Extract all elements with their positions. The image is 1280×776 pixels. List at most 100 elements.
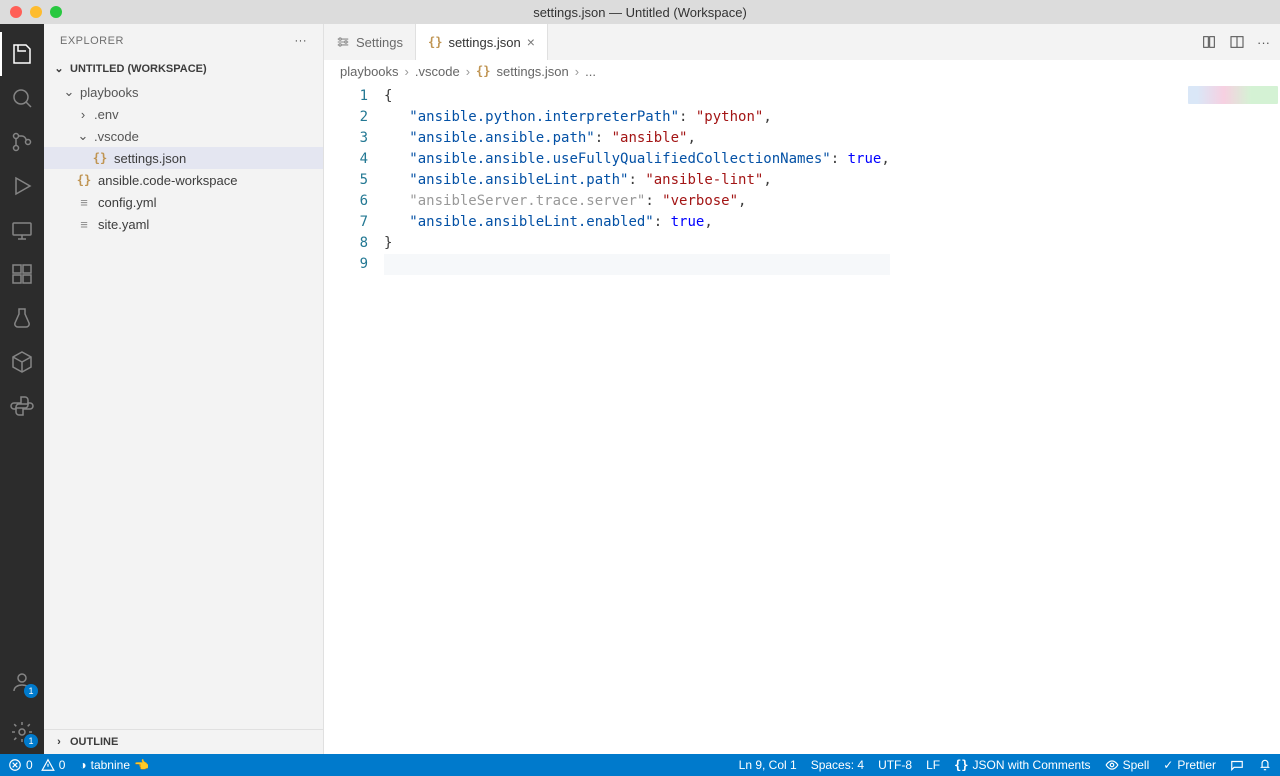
scm-activity-icon[interactable] [0, 120, 44, 164]
activity-bar: 1 1 [0, 24, 44, 754]
split-editor-icon[interactable] [1229, 34, 1245, 50]
chevron-right-icon: › [76, 107, 90, 122]
brace: { [384, 88, 392, 104]
debug-activity-icon[interactable] [0, 164, 44, 208]
encoding-label: UTF-8 [878, 758, 912, 772]
status-spell[interactable]: Spell [1105, 758, 1150, 772]
json-file-icon: {} [92, 150, 108, 166]
crumb-file[interactable]: settings.json [497, 64, 569, 79]
close-window-icon[interactable] [10, 6, 22, 18]
line-number: 7 [324, 212, 368, 233]
explorer-activity-icon[interactable] [0, 32, 44, 76]
status-errors[interactable]: 0 0 [8, 758, 65, 772]
outline-label: OUTLINE [70, 736, 118, 748]
chevron-right-icon: › [405, 64, 409, 79]
status-spaces[interactable]: Spaces: 4 [811, 758, 864, 772]
status-bar: 0 0 ◑ tabnine 👈 Ln 9, Col 1 Spaces: 4 UT… [0, 754, 1280, 776]
cube-activity-icon[interactable] [0, 340, 44, 384]
tree-folder-vscode[interactable]: ⌄ .vscode [44, 125, 323, 147]
breadcrumb[interactable]: playbooks › .vscode › {} settings.json ›… [324, 60, 1280, 82]
folder-label: .vscode [94, 129, 139, 144]
titlebar: settings.json — Untitled (Workspace) [0, 0, 1280, 24]
minimap-content [1188, 86, 1278, 104]
status-language[interactable]: {} JSON with Comments [954, 758, 1090, 772]
eol-label: LF [926, 758, 940, 772]
sidebar-header: EXPLORER ··· [44, 24, 323, 58]
file-label: ansible.code-workspace [98, 173, 237, 188]
line-number: 6 [324, 191, 368, 212]
status-prettier[interactable]: ✓ Prettier [1163, 758, 1216, 772]
open-changes-icon[interactable] [1201, 34, 1217, 50]
outline-section[interactable]: › OUTLINE [44, 729, 323, 754]
line-number: 5 [324, 170, 368, 191]
brace: } [384, 235, 392, 251]
code-lines[interactable]: { "ansible.python.interpreterPath": "pyt… [384, 82, 890, 754]
settings-badge: 1 [24, 734, 38, 748]
more-actions-icon[interactable]: ··· [1257, 35, 1270, 50]
file-label: settings.json [114, 151, 186, 166]
prettier-label: Prettier [1177, 758, 1216, 772]
yaml-file-icon: ≡ [76, 216, 92, 232]
crumb-playbooks[interactable]: playbooks [340, 64, 399, 79]
json-value: true [848, 151, 882, 167]
workspace-section[interactable]: ⌄ UNTITLED (WORKSPACE) [44, 58, 323, 79]
test-activity-icon[interactable] [0, 296, 44, 340]
workspace-label: UNTITLED (WORKSPACE) [70, 63, 207, 75]
json-key: "ansible.python.interpreterPath" [409, 109, 679, 125]
crumb-vscode[interactable]: .vscode [415, 64, 460, 79]
settings-tab-icon [336, 35, 350, 49]
code-editor[interactable]: 1 2 3 4 5 6 7 8 9 { "ansible.python.inte… [324, 82, 1280, 754]
search-activity-icon[interactable] [0, 76, 44, 120]
close-tab-icon[interactable]: × [527, 34, 535, 50]
sidebar-title: EXPLORER [60, 35, 124, 47]
status-encoding[interactable]: UTF-8 [878, 758, 912, 772]
json-value: "ansible" [612, 130, 688, 146]
eye-icon [1105, 758, 1119, 772]
tabnine-label: tabnine [91, 758, 130, 772]
tree-file-site[interactable]: ≡ site.yaml [44, 213, 323, 235]
yaml-file-icon: ≡ [76, 194, 92, 210]
remote-activity-icon[interactable] [0, 208, 44, 252]
minimize-window-icon[interactable] [30, 6, 42, 18]
tab-settings-json[interactable]: {} settings.json × [416, 24, 548, 60]
crumb-rest[interactable]: ... [585, 64, 596, 79]
sidebar-more-icon[interactable]: ··· [295, 35, 308, 47]
status-feedback-icon[interactable] [1230, 758, 1244, 772]
status-eol[interactable]: LF [926, 758, 940, 772]
editor-area: Settings {} settings.json × ··· playbook… [324, 24, 1280, 754]
fullscreen-window-icon[interactable] [50, 6, 62, 18]
hand-icon: 👈 [134, 758, 149, 772]
tabnine-icon: ◑ [79, 758, 86, 772]
extensions-activity-icon[interactable] [0, 252, 44, 296]
tree-file-config[interactable]: ≡ config.yml [44, 191, 323, 213]
spell-label: Spell [1123, 758, 1150, 772]
status-bell-icon[interactable] [1258, 758, 1272, 772]
spaces-label: Spaces: 4 [811, 758, 864, 772]
line-gutter: 1 2 3 4 5 6 7 8 9 [324, 82, 384, 754]
chevron-right-icon: › [466, 64, 470, 79]
folder-label: playbooks [80, 85, 139, 100]
chevron-right-icon: › [52, 736, 66, 748]
tab-settings[interactable]: Settings [324, 24, 416, 60]
tree-file-workspace[interactable]: {} ansible.code-workspace [44, 169, 323, 191]
json-file-icon: {} [476, 64, 490, 78]
accounts-activity-icon[interactable]: 1 [0, 660, 44, 704]
settings-activity-icon[interactable]: 1 [0, 710, 44, 754]
python-activity-icon[interactable] [0, 384, 44, 428]
status-tabnine[interactable]: ◑ tabnine 👈 [79, 758, 149, 772]
tab-label: Settings [356, 35, 403, 50]
tree-folder-playbooks[interactable]: ⌄ playbooks [44, 81, 323, 103]
chevron-down-icon: ⌄ [52, 62, 66, 75]
json-key: "ansible.ansible.path" [409, 130, 594, 146]
tree-folder-env[interactable]: › .env [44, 103, 323, 125]
minimap[interactable] [1184, 82, 1280, 754]
json-file-icon: {} [954, 758, 968, 772]
chevron-down-icon: ⌄ [62, 84, 76, 100]
status-ln-col[interactable]: Ln 9, Col 1 [739, 758, 797, 772]
chevron-right-icon: › [575, 64, 579, 79]
line-number: 9 [324, 254, 368, 275]
tree-file-settings-json[interactable]: {} settings.json [44, 147, 323, 169]
json-value: "verbose" [662, 193, 738, 209]
json-key: "ansible.ansibleLint.enabled" [409, 214, 653, 230]
json-key: "ansibleServer.trace.server" [409, 193, 645, 209]
